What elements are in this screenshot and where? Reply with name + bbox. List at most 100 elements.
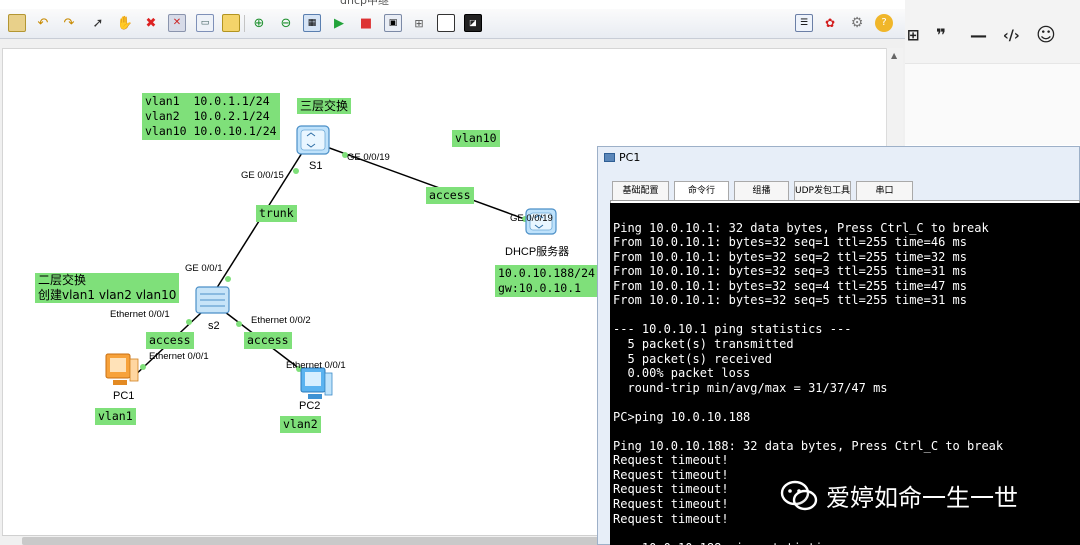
vlan10-label: vlan10 bbox=[452, 130, 500, 147]
capture-icon[interactable]: ▣ bbox=[384, 14, 402, 32]
delete-icon[interactable]: ✖ bbox=[142, 14, 160, 32]
port-dot bbox=[140, 364, 146, 370]
toolbar: ↶ ↷ ➚ ✋ ✖ ✕ ▭ ⊕ ⊖ ▦ ▶ ■ ▣ ⊞ ◪ ☰ ✿ ⚙ ? bbox=[0, 9, 905, 39]
console-line: --- 10.0.10.1 ping statistics --- bbox=[613, 322, 852, 337]
pc1-icon[interactable] bbox=[105, 353, 139, 385]
l3-switch-label: 三层交换 bbox=[297, 98, 352, 114]
tab-serial[interactable]: 串口 bbox=[856, 181, 913, 201]
dhcp-server-name: DHCP服务器 bbox=[505, 246, 570, 258]
console-line: round-trip min/avg/max = 31/37/47 ms bbox=[613, 380, 888, 395]
access-dhcp-label: access bbox=[426, 187, 474, 204]
console-line: Request timeout! bbox=[613, 482, 729, 497]
rectangle-icon[interactable] bbox=[222, 14, 240, 32]
scrollbar-thumb[interactable] bbox=[22, 537, 612, 545]
l2-switch-label: 二层交换 创建vlan1 vlan2 vlan10 bbox=[35, 273, 180, 303]
editor-side-strip: ⊞ ❞ — ‹/› ☺ bbox=[905, 0, 1080, 145]
console-line: --- 10.0.10.188 ping statistics --- bbox=[613, 541, 866, 545]
console-line: 5 packet(s) received bbox=[613, 351, 772, 366]
app-root: dhcp中继 ↶ ↷ ➚ ✋ ✖ ✕ ▭ ⊕ ⊖ ▦ ▶ ■ ▣ ⊞ ◪ ☰ ✿… bbox=[0, 0, 1080, 545]
tab-basic-config[interactable]: 基础配置 bbox=[612, 181, 669, 201]
s1-port-ge0019: GE 0/0/19 bbox=[347, 152, 390, 163]
settings-icon[interactable]: ⚙ bbox=[848, 14, 866, 32]
trunk-label: trunk bbox=[256, 205, 297, 222]
l3-switch-s1-icon[interactable] bbox=[296, 125, 330, 155]
s1-port-ge0015: GE 0/0/15 bbox=[241, 170, 284, 181]
access-pc2-label: access bbox=[244, 332, 292, 349]
huawei-logo[interactable]: ✿ bbox=[821, 14, 839, 32]
pc1-name: PC1 bbox=[113, 390, 135, 402]
redo-icon[interactable]: ↷ bbox=[60, 14, 78, 32]
s1-name: S1 bbox=[309, 160, 323, 172]
pc2-port: Ethernet 0/0/1 bbox=[286, 360, 346, 371]
pc-window-icon bbox=[604, 153, 615, 162]
topology-icon[interactable]: ▦ bbox=[303, 14, 321, 32]
s2-port-e001: Ethernet 0/0/1 bbox=[110, 309, 170, 320]
text-icon[interactable]: ▭ bbox=[196, 14, 214, 32]
title-bar: dhcp中继 bbox=[0, 0, 905, 9]
console-line: Ping 10.0.10.188: 32 data bytes, Press C… bbox=[613, 438, 1004, 453]
zoom-out-icon[interactable]: ⊖ bbox=[277, 14, 295, 32]
editor-toolbar: ⊞ ❞ — ‹/› ☺ bbox=[905, 0, 1080, 64]
emoji-icon[interactable]: ☺ bbox=[1036, 24, 1056, 46]
console-line: Request timeout! bbox=[613, 467, 729, 482]
pc1-port: Ethernet 0/0/1 bbox=[149, 351, 209, 362]
help-icon[interactable]: ? bbox=[875, 14, 893, 32]
delete-link-icon[interactable]: ✕ bbox=[168, 14, 186, 32]
console-line: From 10.0.10.1: bytes=32 seq=3 ttl=255 t… bbox=[613, 264, 968, 279]
port-dot bbox=[236, 321, 242, 327]
pc2-vlan-label: vlan2 bbox=[280, 416, 321, 433]
undo-icon[interactable]: ↶ bbox=[34, 14, 52, 32]
wechat-icon bbox=[780, 480, 818, 510]
console-line: 0.00% packet loss bbox=[613, 366, 751, 381]
zoom-in-icon[interactable]: ⊕ bbox=[250, 14, 268, 32]
console-line: From 10.0.10.1: bytes=32 seq=4 ttl=255 t… bbox=[613, 278, 968, 293]
console-line: From 10.0.10.1: bytes=32 seq=5 ttl=255 t… bbox=[613, 293, 968, 308]
scroll-up-icon[interactable]: ▲ bbox=[891, 51, 897, 60]
window-icon[interactable] bbox=[437, 14, 455, 32]
stop-icon[interactable]: ■ bbox=[357, 14, 375, 32]
console-line: From 10.0.10.1: bytes=32 seq=1 ttl=255 t… bbox=[613, 235, 968, 250]
tab-udp-tool[interactable]: UDP发包工具 bbox=[794, 181, 851, 201]
port-dot bbox=[186, 319, 192, 325]
select-icon[interactable]: ➚ bbox=[89, 14, 107, 32]
pc1-window-title-text: PC1 bbox=[619, 151, 641, 164]
window-title: dhcp中继 bbox=[340, 0, 389, 7]
watermark: 爱婷如命一生一世 bbox=[780, 478, 1018, 513]
console-line: PC>ping 10.0.10.188 bbox=[613, 409, 751, 424]
pc2-icon[interactable] bbox=[300, 367, 333, 399]
port-dot bbox=[225, 276, 231, 282]
code-icon[interactable]: ‹/› bbox=[1003, 28, 1020, 44]
s2-port-ge001: GE 0/0/1 bbox=[185, 263, 223, 274]
quote-icon[interactable]: ❞ bbox=[936, 26, 946, 46]
l2-switch-label-line2: 创建vlan1 vlan2 vlan10 bbox=[38, 288, 177, 302]
new-topology-icon[interactable] bbox=[8, 14, 26, 32]
console-line: Request timeout! bbox=[613, 511, 729, 526]
l2-switch-s2-icon[interactable] bbox=[195, 286, 230, 314]
console-line: Ping 10.0.10.1: 32 data bytes, Press Ctr… bbox=[613, 220, 989, 235]
hand-icon[interactable]: ✋ bbox=[116, 14, 134, 32]
dhcp-port: GE 0/0/19 bbox=[510, 213, 553, 224]
s2-name: s2 bbox=[208, 320, 220, 332]
s2-port-e002: Ethernet 0/0/2 bbox=[251, 315, 311, 326]
tab-command-line[interactable]: 命令行 bbox=[674, 181, 729, 201]
pc1-window-title: PC1 bbox=[604, 151, 640, 164]
screenshot-icon[interactable]: ◪ bbox=[464, 14, 482, 32]
device-icon[interactable]: ⊞ bbox=[410, 14, 428, 32]
tab-multicast[interactable]: 组播 bbox=[734, 181, 789, 201]
chat-icon[interactable]: ☰ bbox=[795, 14, 813, 32]
start-icon[interactable]: ▶ bbox=[330, 14, 348, 32]
vlanif-ip-label: vlan1 10.0.1.1/24 vlan2 10.0.2.1/24 vlan… bbox=[142, 93, 280, 140]
pc2-name: PC2 bbox=[299, 400, 321, 412]
console-line: From 10.0.10.1: bytes=32 seq=2 ttl=255 t… bbox=[613, 249, 968, 264]
watermark-text: 爱婷如命一生一世 bbox=[826, 484, 1018, 512]
port-dot bbox=[293, 168, 299, 174]
console-line: Request timeout! bbox=[613, 453, 729, 468]
console-line: 5 packet(s) transmitted bbox=[613, 336, 794, 351]
console-line: Request timeout! bbox=[613, 497, 729, 511]
dhcp-ip-label: 10.0.10.188/24 gw:10.0.10.1 bbox=[495, 265, 598, 297]
pc1-vlan-label: vlan1 bbox=[95, 408, 136, 425]
table-icon[interactable]: ⊞ bbox=[907, 26, 920, 44]
access-pc1-label: access bbox=[146, 332, 194, 349]
dash-icon[interactable]: — bbox=[970, 26, 987, 46]
l2-switch-label-line1: 二层交换 bbox=[38, 273, 87, 287]
